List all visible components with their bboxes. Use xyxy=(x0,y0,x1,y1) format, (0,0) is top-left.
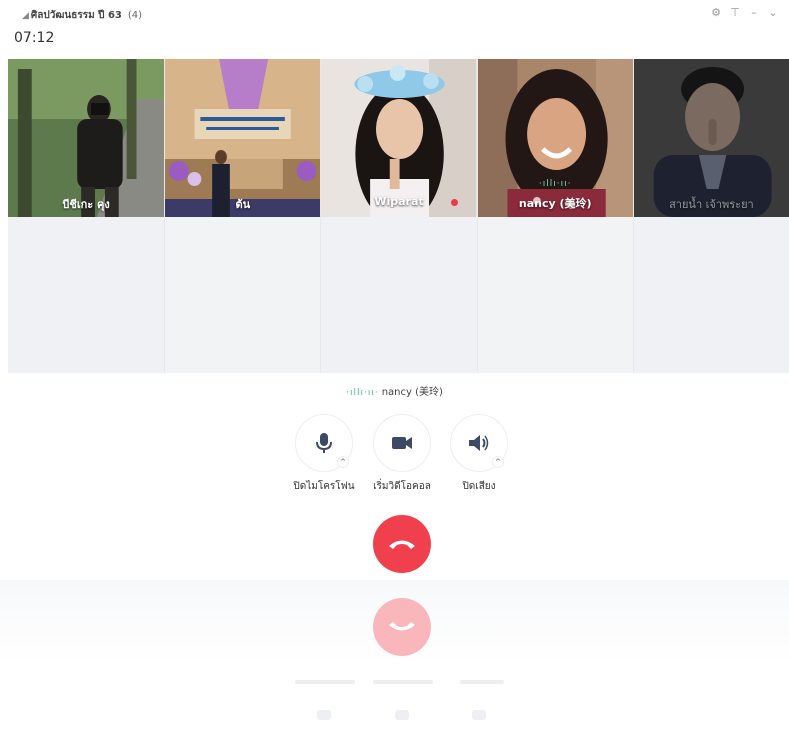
participant-photo xyxy=(477,59,633,217)
participant-grid: บีชีเกะ คุง ต้น Wiparat ·ıllı·ıı· nancy … xyxy=(8,59,789,373)
label-reflection xyxy=(0,680,789,690)
minimize-icon[interactable]: – xyxy=(748,5,760,21)
title-bar: ◢ ศิลปวัฒนธรรม ปี 63 (4) ⚙ ⊤ – ⌄ xyxy=(0,0,789,28)
participant-name: บีชีเกะ คุง xyxy=(62,198,110,211)
window-title-group: ◢ ศิลปวัฒนธรรม ปี 63 (4) xyxy=(22,8,142,23)
collapse-icon[interactable]: ⌄ xyxy=(767,5,779,21)
participant-tile[interactable]: ต้น xyxy=(164,59,321,373)
settings-icon[interactable]: ⚙ xyxy=(710,5,722,21)
mic-options-caret[interactable]: ^ xyxy=(337,456,349,468)
call-controls: ^ ปิดไมโครโฟน เริ่มวิดีโอคอล ^ ปิดเสียง xyxy=(0,414,789,494)
participant-tile[interactable]: ·ıllı·ıı· nancy (美玲) xyxy=(476,59,633,373)
video-button[interactable] xyxy=(373,414,431,472)
participant-photo xyxy=(321,59,477,217)
hangup-reflection-icon xyxy=(373,598,431,656)
speaker-options-caret[interactable]: ^ xyxy=(492,456,504,468)
active-speaker-name: nancy (美玲) xyxy=(381,387,443,398)
active-speaker: ·ıllı·ıı· nancy (美玲) xyxy=(0,383,789,398)
mic-label: ปิดไมโครโฟน xyxy=(293,481,355,492)
speaking-wave-icon: ·ıllı·ıı· xyxy=(538,179,572,189)
mic-button[interactable]: ^ xyxy=(295,414,353,472)
microphone-icon xyxy=(316,433,332,453)
participant-tile[interactable]: Wiparat xyxy=(320,59,477,373)
participant-name: สายน้ำ เจ้าพระยา xyxy=(669,198,754,211)
window-title: ศิลปวัฒนธรรม ปี 63 xyxy=(30,10,122,21)
participant-photo xyxy=(8,59,165,217)
mic-control: ^ ปิดไมโครโฟน xyxy=(279,414,369,494)
speaking-wave-icon: ·ıllı·ıı· xyxy=(346,388,379,398)
participant-photo xyxy=(633,59,789,217)
participant-tile[interactable]: บีชีเกะ คุง xyxy=(8,59,165,373)
member-count: (4) xyxy=(127,10,143,21)
participant-name: nancy (美玲) xyxy=(518,197,592,210)
participant-name: ต้น xyxy=(235,198,251,211)
phone-hangup-icon xyxy=(389,540,415,549)
call-timer: 07:12 xyxy=(14,30,55,46)
speaker-control: ^ ปิดเสียง xyxy=(434,414,524,494)
participant-tile[interactable]: สายน้ำ เจ้าพระยา xyxy=(632,59,789,373)
signal-icon: ◢ xyxy=(22,10,29,21)
speaker-label: ปิดเสียง xyxy=(462,481,496,492)
video-camera-icon xyxy=(392,437,412,449)
hangup-button[interactable] xyxy=(373,515,431,573)
reflection-decoration xyxy=(0,580,789,732)
participant-photo xyxy=(165,59,321,217)
pin-icon[interactable]: ⊤ xyxy=(729,5,741,21)
speaker-button[interactable]: ^ xyxy=(450,414,508,472)
speaker-icon xyxy=(469,435,489,451)
window-controls: ⚙ ⊤ – ⌄ xyxy=(710,5,779,21)
